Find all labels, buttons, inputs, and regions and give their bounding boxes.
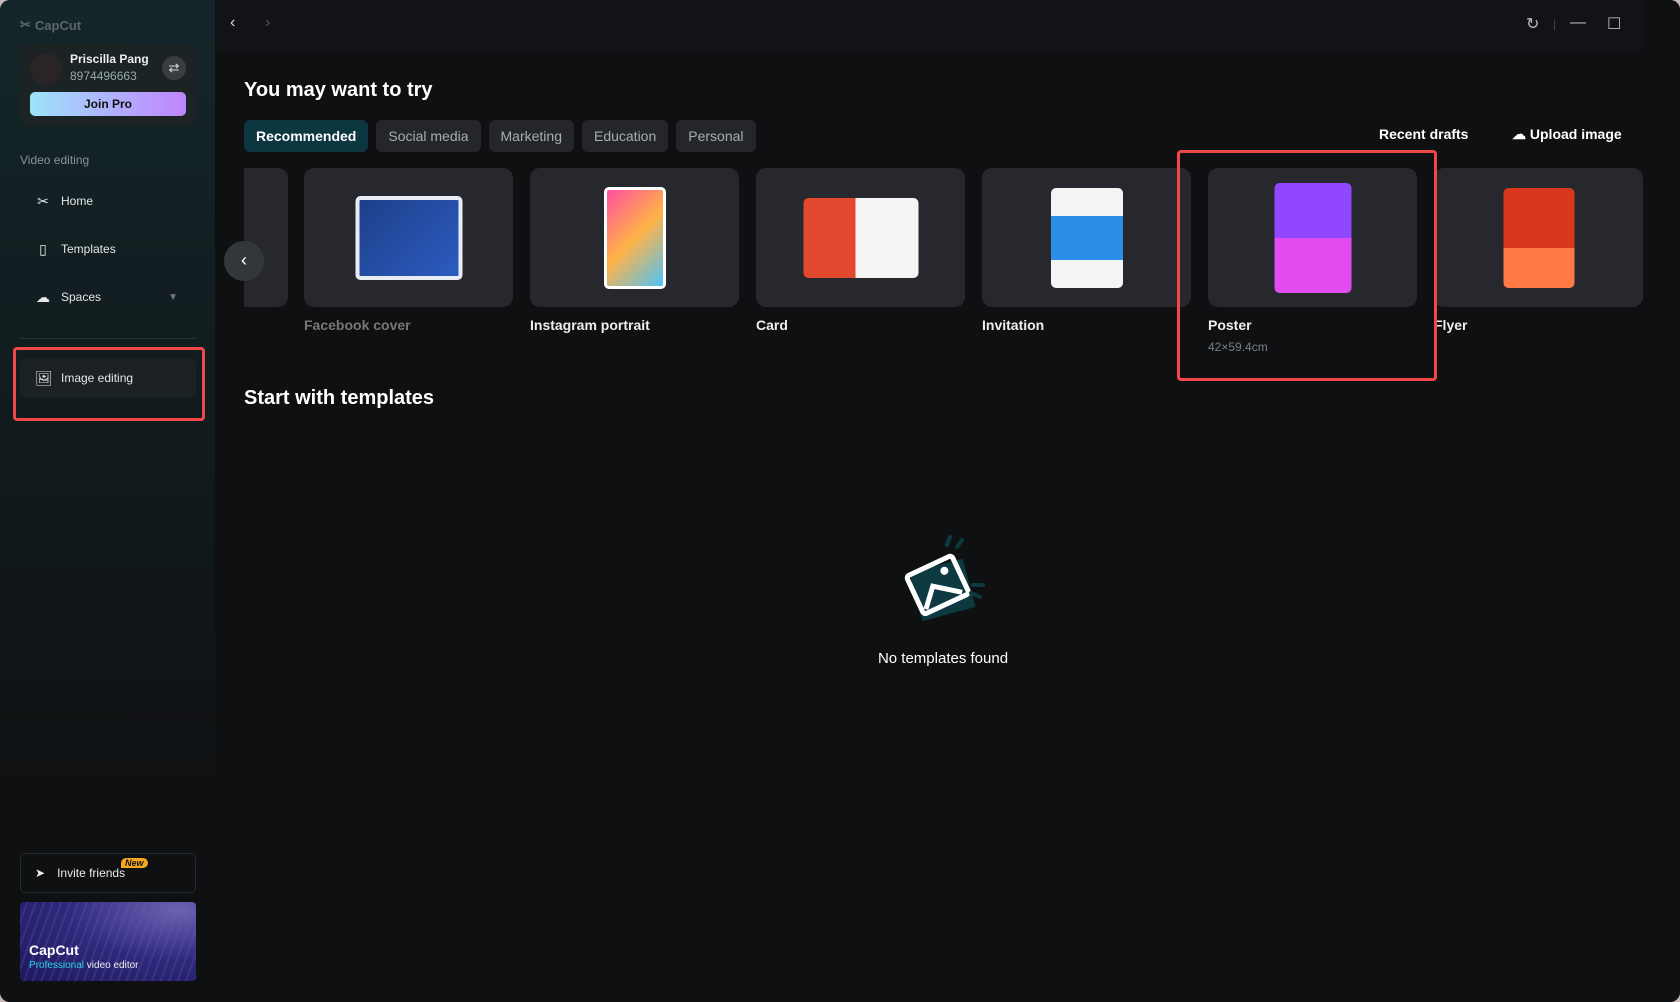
templates-icon: ▯ — [39, 240, 47, 257]
empty-image-icon — [904, 535, 985, 622]
right-edge — [1643, 0, 1680, 1002]
section-title: Start with templates — [244, 387, 435, 409]
avatar[interactable] — [30, 53, 62, 85]
nav-label: Templates — [61, 242, 116, 256]
card-card[interactable] — [756, 168, 965, 307]
account-card: Priscilla Pang 8974496663 ⇄ Join Pro — [20, 44, 196, 126]
promo-title: CapCut — [29, 942, 79, 958]
tab-education[interactable]: Education — [581, 120, 669, 152]
card-label: Invitation — [982, 317, 1045, 333]
nav-label: Home — [61, 194, 94, 208]
invitation-thumbnail — [1050, 187, 1123, 288]
app-name: CapCut — [34, 17, 82, 33]
promo-accent: Professional — [29, 960, 85, 971]
upload-image-button[interactable]: ☁ Upload image — [1512, 126, 1622, 143]
invite-friends-button[interactable]: ➤ Invite friends New — [20, 853, 196, 893]
minimize-icon[interactable]: — — [1570, 14, 1586, 32]
card-label: Card — [756, 317, 788, 333]
card-instagram-portrait[interactable] — [530, 168, 739, 307]
category-tabs: Recommended Social media Marketing Educa… — [244, 120, 756, 152]
card-label: Facebook cover — [304, 317, 411, 333]
promo-subtitle: Professional video editor — [29, 960, 139, 971]
recent-drafts-link[interactable]: Recent drafts — [1379, 126, 1468, 142]
cloud-icon: ☁ — [36, 288, 50, 305]
page-title: You may want to try — [244, 79, 433, 101]
back-icon[interactable]: ‹ — [230, 14, 235, 32]
tab-personal[interactable]: Personal — [676, 120, 756, 152]
scissors-icon: ✂ — [37, 192, 49, 209]
new-badge: New — [121, 858, 148, 868]
card-flyer[interactable] — [1434, 168, 1643, 307]
promo-banner[interactable]: CapCut Professional video editor — [20, 902, 196, 981]
partial-card[interactable] — [244, 168, 288, 307]
divider — [20, 338, 196, 339]
user-id: 8974496663 — [70, 69, 137, 83]
sidebar-item-home[interactable]: ✂ Home — [20, 181, 196, 221]
separator: | — [1553, 17, 1557, 31]
card-thumbnail — [803, 197, 918, 278]
title-bar: ‹ › ↻ | — ☐ ✕ — [215, 0, 1680, 50]
upload-cloud-icon: ☁ — [1512, 126, 1526, 142]
card-label: Instagram portrait — [530, 317, 650, 333]
capcut-window: ✂ CapCut Priscilla Pang 8974496663 ⇄ Join… — [0, 0, 1680, 1002]
flyer-thumbnail — [1503, 187, 1574, 288]
invite-label: Invite friends — [57, 866, 126, 880]
user-name: Priscilla Pang — [70, 52, 149, 66]
capcut-logo-icon: ✂ — [20, 17, 31, 32]
highlight-box — [1177, 150, 1437, 381]
forward-icon[interactable]: › — [265, 14, 270, 32]
tab-social-media[interactable]: Social media — [376, 120, 481, 152]
sidebar-item-templates[interactable]: ▯ Templates — [20, 229, 196, 269]
nav-label: Spaces — [61, 290, 102, 304]
sidebar-item-spaces[interactable]: ☁ Spaces ▼ — [20, 277, 196, 317]
instagram-thumbnail — [603, 186, 666, 289]
card-label: Flyer — [1434, 317, 1468, 333]
capcut-logo: ✂ CapCut — [20, 17, 81, 33]
upload-label: Upload image — [1529, 126, 1622, 142]
highlight-box — [13, 347, 205, 421]
empty-state-text: No templates found — [877, 650, 1009, 667]
tab-recommended[interactable]: Recommended — [244, 120, 369, 152]
chevron-down-icon[interactable]: ▼ — [168, 292, 178, 303]
join-pro-button[interactable]: Join Pro — [30, 92, 186, 116]
switch-account-icon[interactable]: ⇄ — [162, 56, 186, 80]
tab-marketing[interactable]: Marketing — [488, 120, 574, 152]
facebook-cover-thumbnail — [355, 195, 462, 280]
send-icon: ➤ — [35, 866, 46, 880]
card-invitation[interactable] — [982, 168, 1191, 307]
sidebar: ✂ CapCut Priscilla Pang 8974496663 ⇄ Join… — [0, 0, 215, 1002]
card-facebook-cover[interactable] — [304, 168, 513, 307]
maximize-icon[interactable]: ☐ — [1607, 14, 1621, 34]
carousel-prev-button[interactable]: ‹ — [224, 241, 264, 281]
promo-sub: video editor — [84, 960, 139, 971]
section-label: Video editing — [20, 153, 90, 167]
refresh-icon[interactable]: ↻ — [1526, 14, 1539, 34]
